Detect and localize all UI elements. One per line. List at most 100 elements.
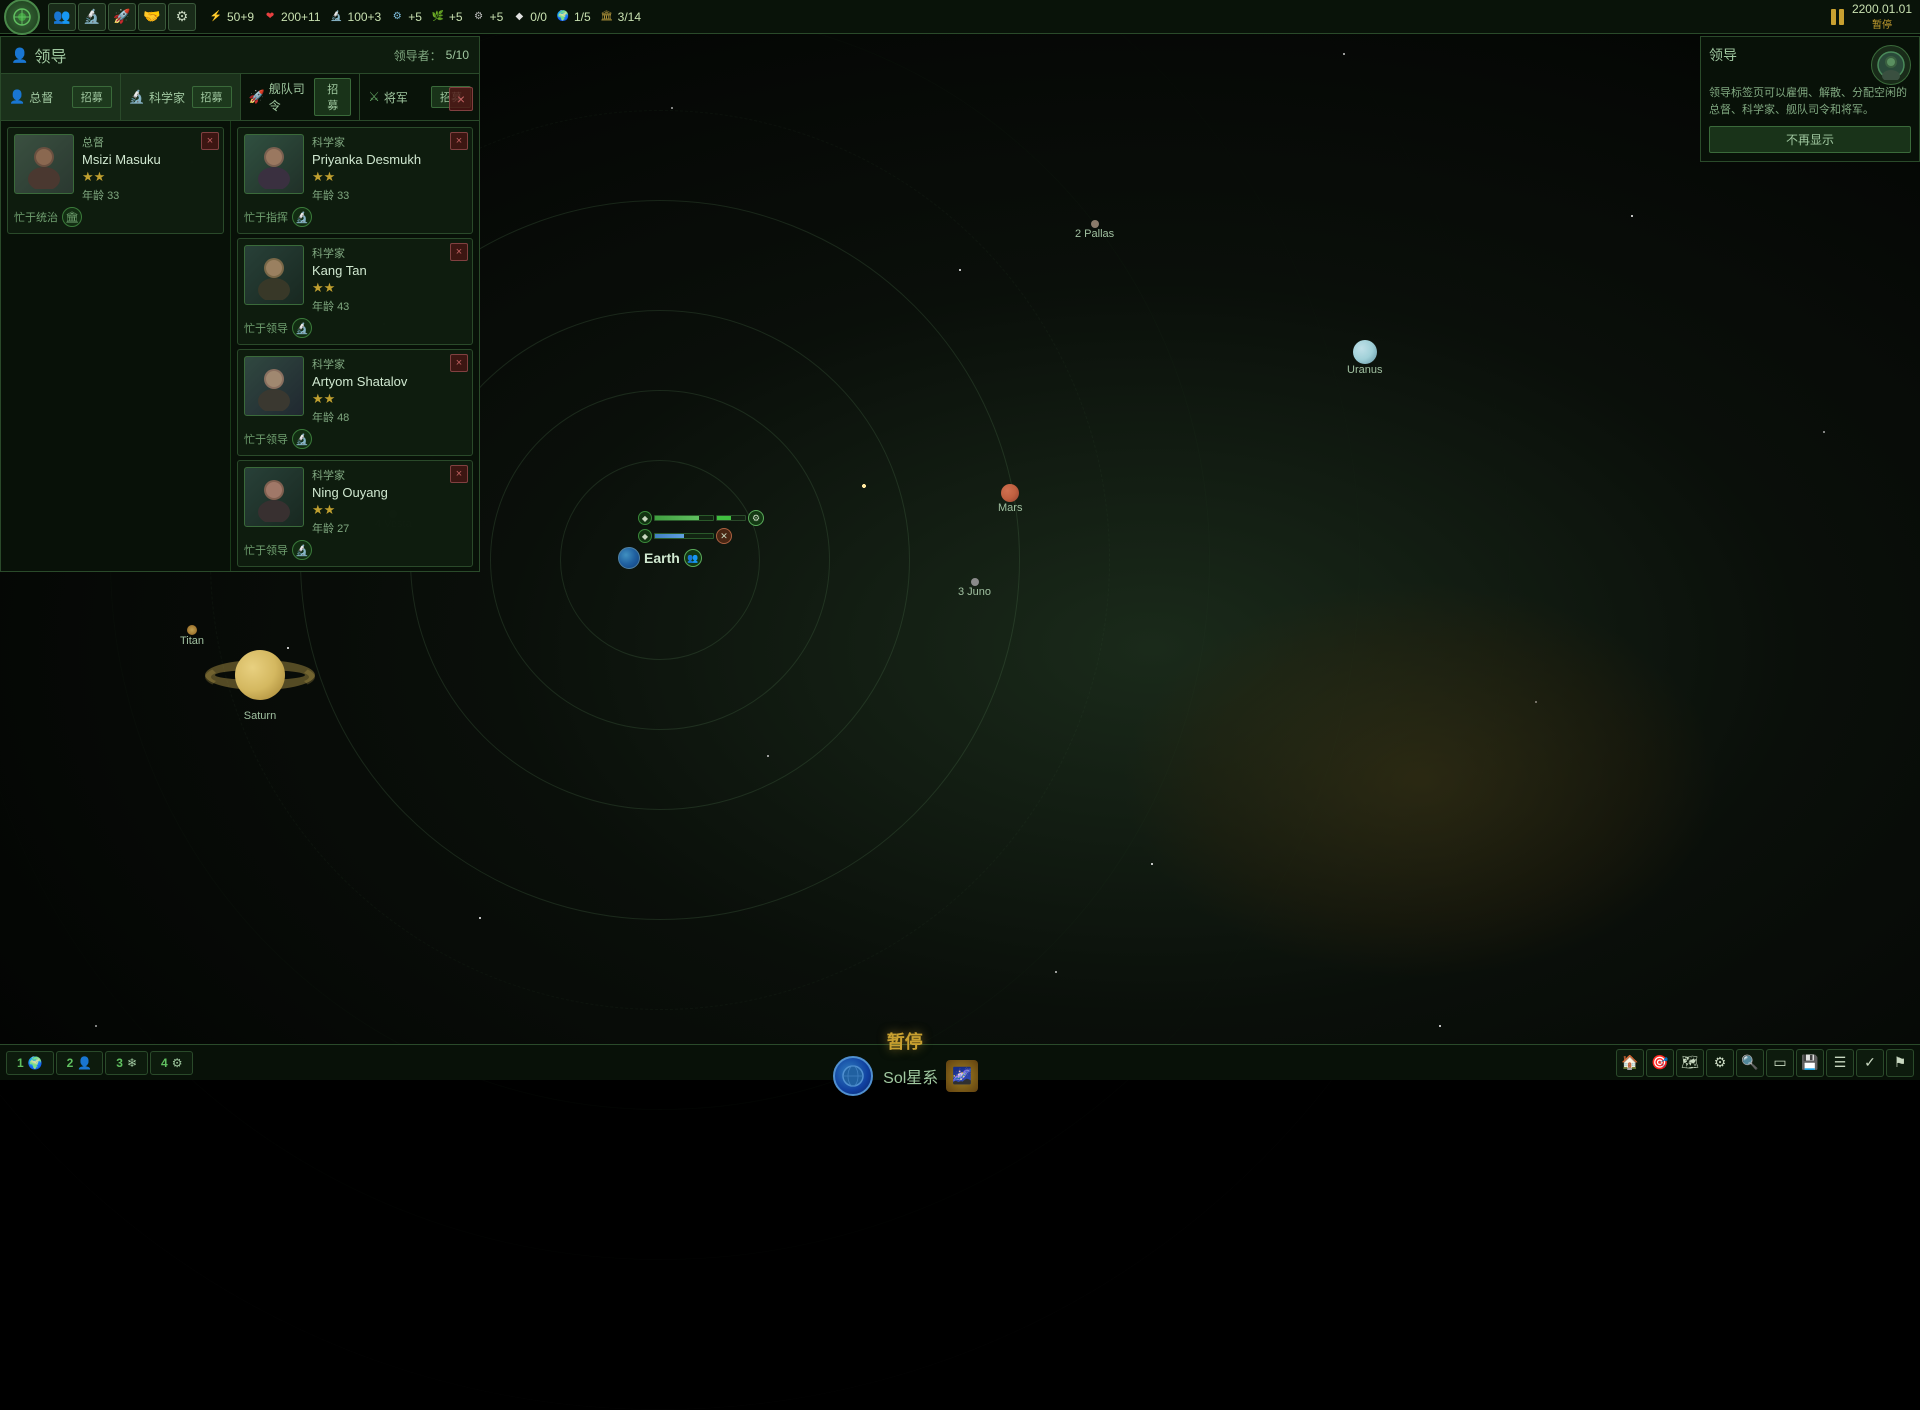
br-icon-layout[interactable]: ▭: [1766, 1049, 1794, 1077]
game-paused-label: 暂停: [1852, 16, 1912, 31]
br-icon-home[interactable]: 🏠: [1616, 1049, 1644, 1077]
tab-fleet-recruit[interactable]: 招募: [314, 78, 351, 116]
earth-indicator[interactable]: ◆ ⚙ ◆ ✕ Earth 👥: [618, 510, 764, 569]
resource-influence: ⚙ +5: [389, 9, 422, 25]
tooltip-title: 领导: [1709, 45, 1857, 65]
topbar: 👥 🔬 🚀 🤝 ⚙ ⚡ 50+9 ❤ 200+11 🔬 100+3 ⚙ +5 🌿…: [0, 0, 1920, 34]
pallas-label: 2 Pallas: [1075, 228, 1114, 240]
titan-container[interactable]: Titan: [180, 625, 204, 647]
governor-remove-button-msizi[interactable]: ×: [201, 132, 219, 150]
mars-container[interactable]: Mars: [998, 484, 1022, 514]
leaders-count-value: 5/10: [446, 48, 469, 62]
pops-icon: 🏛: [599, 9, 615, 25]
scientist-remove-button-kang[interactable]: ×: [450, 243, 468, 261]
br-icon-save[interactable]: 💾: [1796, 1049, 1824, 1077]
topbar-icon-buttons: 👥 🔬 🚀 🤝 ⚙: [48, 3, 196, 31]
scientist-card-ning[interactable]: 科学家 Ning Ouyang ★★ 年龄 27 × 忙于领导 🔬: [237, 460, 473, 567]
tab-scientist[interactable]: 🔬 科学家 招募: [121, 74, 241, 120]
br-icon-flag[interactable]: ⚑: [1886, 1049, 1914, 1077]
br-icon-menu[interactable]: ☰: [1826, 1049, 1854, 1077]
scientist-name-ning: Ning Ouyang: [312, 485, 466, 500]
topbar-btn-fleet[interactable]: 🚀: [108, 3, 136, 31]
panel-close-button[interactable]: ×: [449, 87, 473, 111]
scientist-name-artyom: Artyom Shatalov: [312, 374, 466, 389]
br-icon-zoom-in[interactable]: 🔍: [1736, 1049, 1764, 1077]
earth-bar-row-2: ◆ ✕: [638, 528, 764, 544]
scientist-remove-button-artyom[interactable]: ×: [450, 354, 468, 372]
bottom-tab-3[interactable]: 3 ❄: [105, 1051, 148, 1075]
resource-planets: 🌍 1/5: [555, 9, 591, 25]
bottom-tab-1[interactable]: 1 🌍: [6, 1051, 54, 1075]
tab-icon-4: ⚙: [172, 1056, 183, 1070]
panel-header: 👤 领导 领导者： 5/10: [1, 37, 479, 74]
galaxy-icon[interactable]: 🌌: [946, 1060, 978, 1092]
topbar-btn-empire[interactable]: ⚙: [168, 3, 196, 31]
bar-fill-1: [655, 516, 699, 520]
scientist-card-header-kang: 科学家 Kang Tan ★★ 年龄 43: [244, 245, 466, 314]
scientist-status-icon-ning: 🔬: [292, 540, 312, 560]
tab-icon-1: 🌍: [28, 1056, 43, 1070]
titan-label: Titan: [180, 635, 204, 647]
scientist-status-artyom: 忙于领导 🔬: [244, 429, 466, 449]
governor-card-msizi[interactable]: 总督 Msizi Masuku ★★ 年龄 33 × 忙于统治 🏛: [7, 127, 224, 234]
pause-bar-1: [1831, 9, 1836, 25]
tab-governor[interactable]: 👤 总督 招募: [1, 74, 121, 120]
br-icon-map[interactable]: 🗺: [1676, 1049, 1704, 1077]
bar-fill-container-1: [654, 515, 714, 521]
scientist-stars-priyanka: ★★: [312, 169, 466, 185]
bar-fill-container-1b: [716, 515, 746, 521]
earth-sphere[interactable]: [618, 547, 640, 569]
resource-consumer-goods: ◆ 0/0: [511, 9, 547, 25]
bottom-tab-4[interactable]: 4 ⚙: [150, 1051, 193, 1075]
tab-governor-recruit[interactable]: 招募: [72, 86, 112, 108]
alloys-value: +5: [490, 10, 504, 24]
scientist-status-kang: 忙于领导 🔬: [244, 318, 466, 338]
topbar-resources: ⚡ 50+9 ❤ 200+11 🔬 100+3 ⚙ +5 🌿 +5 ⚙ +5 ◆…: [208, 9, 641, 25]
juno-planet[interactable]: [971, 578, 979, 586]
resource-unity: 🌿 +5: [430, 9, 463, 25]
topbar-btn-tech[interactable]: 🔬: [78, 3, 106, 31]
tooltip-body: 领导标签页可以雇佣、解散、分配空闲的总督、科学家、舰队司令和将军。: [1709, 85, 1911, 118]
br-icon-check[interactable]: ✓: [1856, 1049, 1884, 1077]
pallas-planet[interactable]: [1091, 220, 1099, 228]
science-icon: 🔬: [329, 9, 345, 25]
earth-planet-row[interactable]: Earth 👥: [618, 547, 764, 569]
game-logo[interactable]: [4, 0, 40, 35]
scientist-remove-button-priyanka[interactable]: ×: [450, 132, 468, 150]
pause-button[interactable]: [1831, 9, 1844, 25]
scientist-card-artyom[interactable]: 科学家 Artyom Shatalov ★★ 年龄 48 × 忙于领导 🔬: [237, 349, 473, 456]
scientist-portrait-kang: [244, 245, 304, 305]
tab-scientist-icon: 🔬: [129, 89, 145, 105]
planets-icon: 🌍: [555, 9, 571, 25]
bar-fill-container-2: [654, 533, 714, 539]
pallas-container[interactable]: 2 Pallas: [1075, 220, 1114, 240]
sol-globe-icon[interactable]: [833, 1056, 873, 1096]
scientist-card-kang[interactable]: 科学家 Kang Tan ★★ 年龄 43 × 忙于领导 🔬: [237, 238, 473, 345]
governor-stars-msizi: ★★: [82, 169, 217, 185]
scientists-column: 科学家 Priyanka Desmukh ★★ 年龄 33 × 忙于指挥 🔬: [231, 121, 479, 571]
leaders-count-block: 领导者： 5/10: [394, 47, 469, 64]
scientist-remove-button-ning[interactable]: ×: [450, 465, 468, 483]
leaders-panel: 👤 领导 领导者： 5/10 👤 总督 招募 🔬 科学家 招募 🚀 舰队司令 招…: [0, 36, 480, 572]
tab-governor-label: 总督: [29, 89, 53, 106]
tab-fleet[interactable]: 🚀 舰队司令 招募: [241, 74, 361, 120]
saturn-container[interactable]: Saturn: [200, 640, 320, 722]
titan-planet[interactable]: [187, 625, 197, 635]
topbar-btn-diplomacy[interactable]: 🤝: [138, 3, 166, 31]
governor-role-label: 总督: [82, 134, 217, 150]
bottom-tab-2[interactable]: 2 👤: [56, 1051, 104, 1075]
br-icon-target[interactable]: 🎯: [1646, 1049, 1674, 1077]
juno-container[interactable]: 3 Juno: [958, 578, 991, 598]
earth-end-icon[interactable]: 👥: [684, 549, 702, 567]
uranus-planet[interactable]: [1353, 340, 1377, 364]
tab-scientist-recruit[interactable]: 招募: [192, 86, 232, 108]
food-icon: ❤: [262, 9, 278, 25]
scientist-card-priyanka[interactable]: 科学家 Priyanka Desmukh ★★ 年龄 33 × 忙于指挥 🔬: [237, 127, 473, 234]
br-icon-settings[interactable]: ⚙: [1706, 1049, 1734, 1077]
tooltip-dismiss-button[interactable]: 不再显示: [1709, 126, 1911, 153]
uranus-container[interactable]: Uranus: [1347, 340, 1382, 376]
topbar-btn-population[interactable]: 👥: [48, 3, 76, 31]
tab-fleet-icon: 🚀: [249, 89, 265, 105]
scientist-status-ning: 忙于领导 🔬: [244, 540, 466, 560]
mars-planet[interactable]: [1001, 484, 1019, 502]
